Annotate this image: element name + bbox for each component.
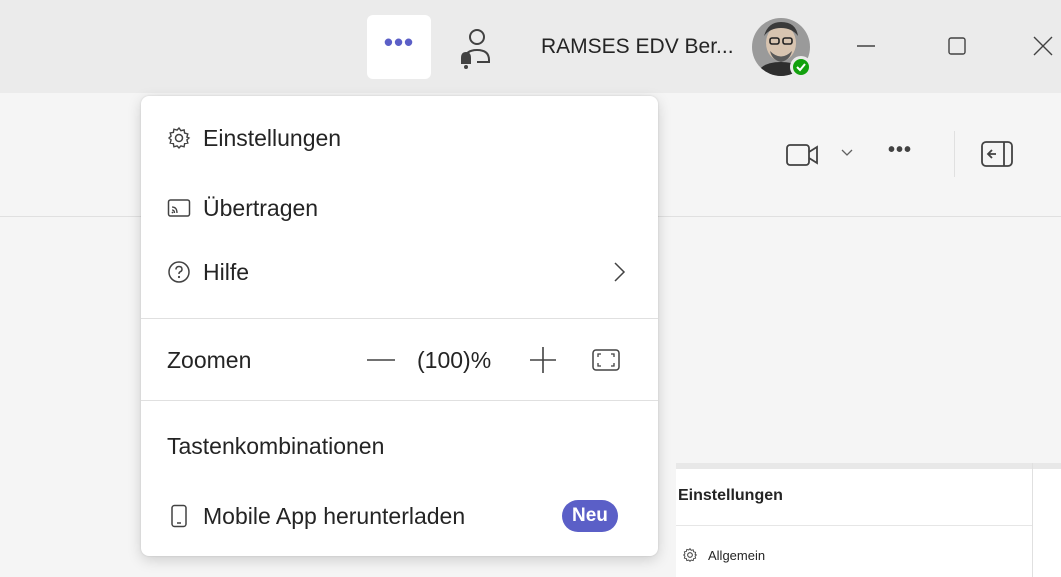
video-call-button[interactable] bbox=[785, 140, 825, 170]
menu-item-keyboard-shortcuts[interactable]: Tastenkombinationen bbox=[141, 416, 658, 476]
close-button[interactable] bbox=[1030, 26, 1061, 66]
chevron-right-icon bbox=[610, 260, 628, 284]
zoom-level: (100)% bbox=[417, 347, 492, 373]
maximize-button[interactable] bbox=[938, 26, 978, 66]
toolbar-divider bbox=[954, 131, 955, 177]
presence-available-badge bbox=[790, 56, 812, 78]
menu-item-cast-label: Übertragen bbox=[203, 194, 319, 221]
toolbar-more-button[interactable]: ••• bbox=[888, 139, 912, 162]
video-options-dropdown[interactable] bbox=[840, 145, 854, 159]
close-icon bbox=[1033, 36, 1053, 56]
chevron-down-icon bbox=[841, 149, 853, 156]
plus-icon bbox=[530, 347, 556, 373]
more-options-button[interactable]: ••• bbox=[367, 15, 431, 79]
menu-item-settings-label: Einstellungen bbox=[203, 124, 342, 151]
avatar[interactable] bbox=[752, 18, 812, 78]
menu-item-help-label: Hilfe bbox=[203, 258, 250, 285]
more-options-menu: Einstellungen Übertragen Hilfe Zoomen (1… bbox=[141, 96, 658, 556]
fullscreen-button[interactable] bbox=[591, 348, 621, 372]
menu-divider bbox=[141, 318, 658, 319]
minimize-icon bbox=[857, 45, 875, 47]
menu-item-cast[interactable]: Übertragen bbox=[141, 178, 658, 238]
minimize-button[interactable] bbox=[846, 26, 886, 66]
panel-toggle-button[interactable] bbox=[980, 139, 1016, 169]
settings-item-general-label: Allgemein bbox=[708, 547, 766, 563]
panel-collapse-icon bbox=[981, 141, 1013, 167]
checkmark-icon bbox=[796, 63, 806, 72]
settings-divider bbox=[676, 525, 1032, 526]
gear-icon bbox=[167, 126, 191, 150]
menu-item-mobile-label: Mobile App herunterladen bbox=[203, 502, 466, 529]
gear-icon bbox=[682, 547, 698, 563]
account-name[interactable]: RAMSES EDV Ber... bbox=[541, 35, 734, 59]
cast-icon bbox=[167, 196, 191, 220]
minus-icon bbox=[367, 359, 395, 361]
fullscreen-icon bbox=[592, 349, 620, 371]
panel-column-divider bbox=[1032, 463, 1033, 577]
help-circle-icon bbox=[167, 260, 191, 284]
zoom-label: Zoomen bbox=[167, 347, 252, 373]
menu-zoom-row: Zoomen (100)% bbox=[141, 330, 658, 390]
menu-item-settings[interactable]: Einstellungen bbox=[141, 108, 658, 168]
phone-icon bbox=[167, 504, 191, 528]
zoom-out-button[interactable] bbox=[365, 348, 397, 372]
settings-item-general[interactable]: Allgemein bbox=[682, 547, 765, 563]
maximize-icon bbox=[948, 37, 966, 55]
video-icon bbox=[786, 144, 818, 166]
menu-item-mobile-app[interactable]: Mobile App herunterladen Neu bbox=[141, 486, 658, 546]
menu-item-shortcuts-label: Tastenkombinationen bbox=[167, 432, 385, 459]
zoom-in-button[interactable] bbox=[527, 345, 559, 375]
new-badge: Neu bbox=[562, 500, 618, 532]
title-bar: ••• RAMSES EDV Ber... bbox=[0, 0, 1061, 93]
menu-item-help[interactable]: Hilfe bbox=[141, 242, 658, 302]
settings-panel-title: Einstellungen bbox=[678, 487, 783, 504]
menu-divider bbox=[141, 400, 658, 401]
panel-top-strip bbox=[676, 463, 1061, 469]
settings-panel: Einstellungen Allgemein bbox=[676, 463, 1061, 577]
presence-button[interactable] bbox=[455, 26, 495, 70]
person-bell-icon bbox=[461, 29, 490, 69]
ellipsis-icon: ••• bbox=[383, 27, 415, 57]
